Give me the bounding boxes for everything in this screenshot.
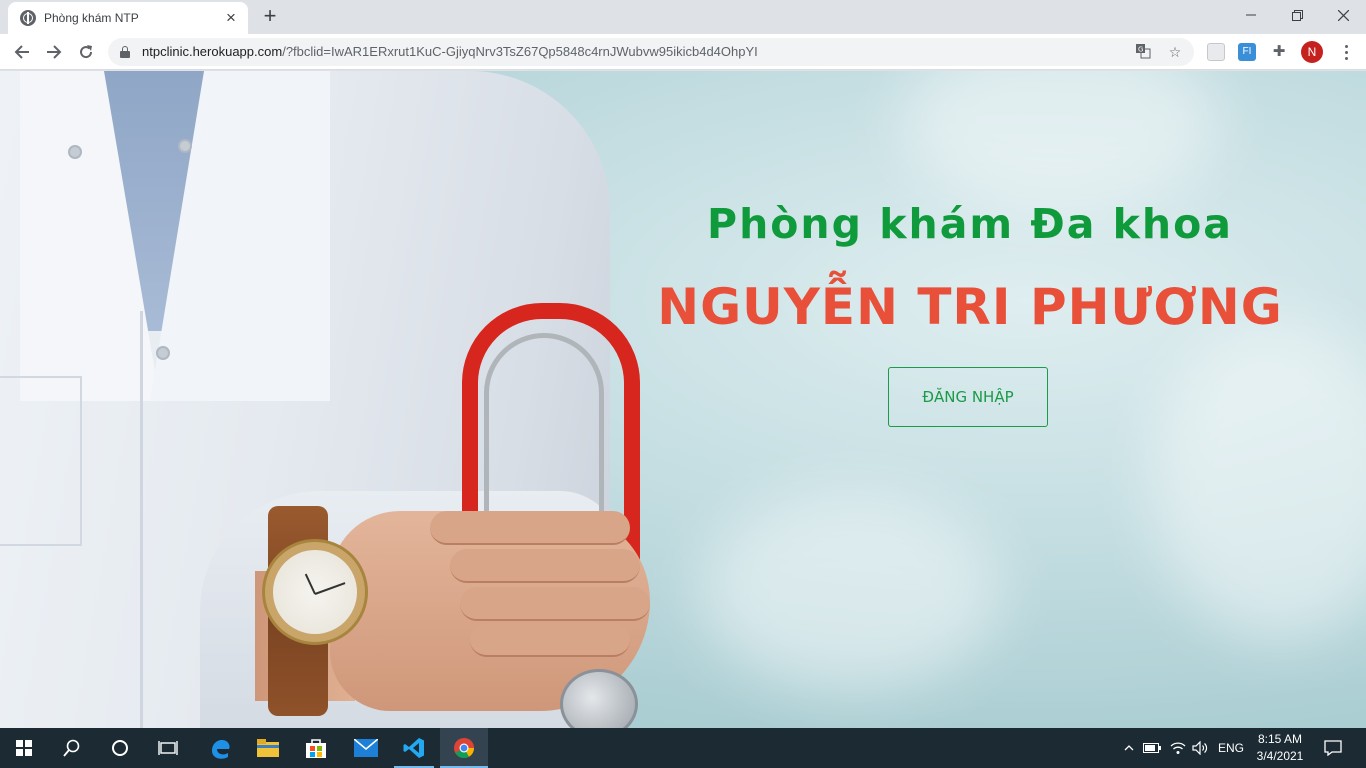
new-tab-button[interactable]: +	[258, 5, 282, 29]
hero-title: NGUYỄN TRI PHƯƠNG	[657, 278, 1283, 336]
mail-app[interactable]	[342, 728, 390, 768]
battery-tray-button[interactable]	[1142, 728, 1162, 768]
volume-tray-button[interactable]	[1190, 728, 1210, 768]
chrome-app[interactable]	[440, 728, 488, 768]
back-button[interactable]	[8, 38, 36, 66]
input-language[interactable]: ENG	[1214, 728, 1248, 768]
windows-logo-icon	[16, 740, 32, 756]
search-icon	[63, 739, 80, 757]
folder-icon	[257, 739, 279, 757]
extension-icon[interactable]	[1207, 43, 1225, 61]
file-explorer-app[interactable]	[244, 728, 292, 768]
login-button[interactable]: ĐĂNG NHẬP	[888, 367, 1048, 427]
windows-taskbar: ENG 8:15 AM 3/4/2021	[0, 728, 1366, 768]
search-button[interactable]	[48, 728, 96, 768]
edge-icon	[212, 740, 230, 759]
store-bag-icon	[306, 739, 326, 758]
url-path: /?fbclid=IwAR1ERxrut1KuC-GjiyqNrv3TsZ67Q…	[282, 44, 758, 59]
translate-glyph: G	[1136, 44, 1151, 59]
puzzle-extensions-icon[interactable]: ✚	[1270, 43, 1288, 61]
page-viewport: Phòng khám Đa khoa NGUYỄN TRI PHƯƠNG ĐĂN…	[0, 71, 1366, 728]
back-arrow-icon	[14, 45, 29, 59]
minimize-icon	[1246, 14, 1256, 16]
vscode-app[interactable]	[390, 728, 438, 768]
close-window-button[interactable]	[1320, 0, 1366, 30]
task-view-button[interactable]	[144, 728, 192, 768]
wifi-icon	[1170, 742, 1186, 754]
vscode-icon	[403, 738, 424, 758]
reload-button[interactable]	[72, 38, 100, 66]
restore-icon	[1291, 9, 1303, 21]
task-view-icon	[158, 741, 178, 755]
translate-icon[interactable]: G	[1134, 43, 1152, 61]
globe-icon	[20, 10, 36, 26]
tab-title: Phòng khám NTP	[44, 11, 139, 25]
close-icon	[1337, 9, 1349, 21]
forward-arrow-icon	[47, 45, 62, 59]
minimize-button[interactable]	[1228, 0, 1274, 30]
hero-section: Phòng khám Đa khoa NGUYỄN TRI PHƯƠNG ĐĂN…	[0, 71, 1366, 728]
cortana-button[interactable]	[96, 728, 144, 768]
wifi-tray-button[interactable]	[1168, 728, 1188, 768]
extension-fi-icon[interactable]: FI	[1238, 43, 1256, 61]
forward-button[interactable]	[40, 38, 68, 66]
mail-icon	[354, 739, 378, 757]
store-app[interactable]	[292, 728, 340, 768]
svg-text:G: G	[1138, 46, 1143, 54]
battery-icon	[1143, 743, 1161, 753]
cortana-circle-icon	[112, 740, 128, 756]
hero-subtitle: Phòng khám Đa khoa	[707, 200, 1233, 248]
notification-icon	[1324, 740, 1342, 756]
show-hidden-icons-button[interactable]	[1120, 728, 1138, 768]
browser-toolbar: ntpclinic.herokuapp.com/?fbclid=IwAR1ERx…	[0, 34, 1366, 70]
close-tab-icon[interactable]: ×	[222, 9, 240, 27]
start-button[interactable]	[0, 728, 48, 768]
profile-avatar[interactable]: N	[1301, 41, 1323, 63]
clock-time: 8:15 AM	[1257, 732, 1303, 746]
system-clock[interactable]: 8:15 AM 3/4/2021	[1252, 731, 1308, 765]
chrome-icon	[454, 738, 475, 759]
browser-tab[interactable]: Phòng khám NTP ×	[8, 2, 248, 34]
speaker-icon	[1192, 741, 1208, 755]
address-bar[interactable]: ntpclinic.herokuapp.com/?fbclid=IwAR1ERx…	[108, 38, 1194, 66]
lock-icon[interactable]	[120, 46, 130, 58]
restore-button[interactable]	[1274, 0, 1320, 30]
reload-icon	[80, 45, 93, 59]
chevron-up-icon	[1124, 745, 1134, 751]
edge-app[interactable]	[196, 728, 244, 768]
url-text[interactable]: ntpclinic.herokuapp.com/?fbclid=IwAR1ERx…	[142, 44, 758, 59]
url-host: ntpclinic.herokuapp.com	[142, 44, 283, 59]
menu-icon[interactable]	[1336, 41, 1356, 63]
bookmark-star-icon[interactable]: ☆	[1166, 43, 1184, 61]
clock-date: 3/4/2021	[1256, 749, 1304, 763]
action-center-button[interactable]	[1316, 728, 1350, 768]
tab-strip: Phòng khám NTP × +	[0, 0, 1366, 34]
